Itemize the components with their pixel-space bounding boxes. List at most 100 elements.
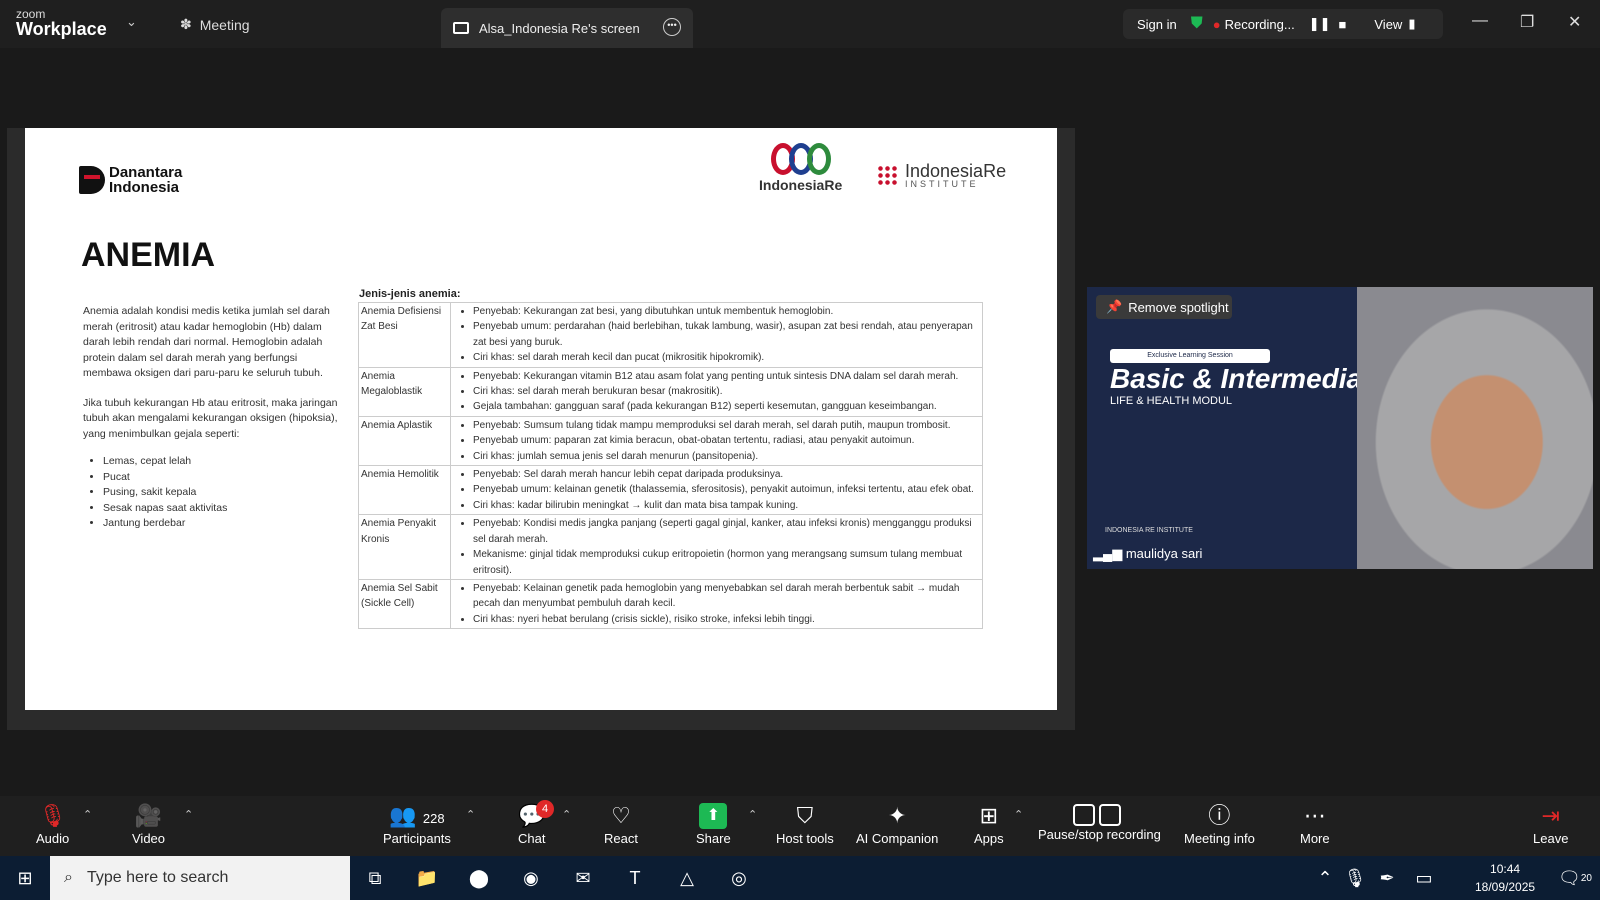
apps-button[interactable]: ⊞ Apps <box>974 803 1004 846</box>
anemia-detail-item: Penyebab umum: perdarahan (haid berlebih… <box>473 319 980 350</box>
more-icon: ⋯ <box>1303 803 1326 828</box>
anemia-type-row: Anemia Penyakit Kronis Penyebab: Kondisi … <box>358 514 983 580</box>
participant-video-feed <box>1357 287 1593 569</box>
shield-icon: ⛉ <box>796 803 814 828</box>
cloud-record-icon: ● <box>1212 16 1221 32</box>
chrome-icon[interactable]: ◎ <box>714 856 764 900</box>
meeting-info-label: Meeting info <box>1184 831 1255 846</box>
meeting-info-button[interactable]: ⓘ Meeting info <box>1184 803 1255 846</box>
anemia-detail-item: Ciri khas: kadar bilirubin meningkat → k… <box>473 498 980 513</box>
apps-caret[interactable]: ⌃ <box>1014 808 1023 821</box>
clock-time: 10:44 <box>1490 862 1521 876</box>
institute-name: IndonesiaRe <box>905 161 1007 181</box>
more-button[interactable]: ⋯ More <box>1300 803 1330 846</box>
teams-icon[interactable]: T <box>610 856 660 900</box>
share-button[interactable]: ⬆ Share <box>696 803 731 846</box>
pause-icon[interactable]: ❚❚ <box>1309 16 1331 32</box>
mic-tray-icon[interactable]: 🎙 <box>1340 856 1370 900</box>
sign-in-button[interactable]: Sign in <box>1137 17 1177 32</box>
search-placeholder: Type here to search <box>86 869 229 886</box>
anemia-detail-item: Penyebab umum: paparan zat kimia beracun… <box>473 433 980 448</box>
host-tools-button[interactable]: ⛉ Host tools <box>776 803 834 846</box>
notification-count: 20 <box>1580 872 1592 884</box>
signal-icon: ▂▄▆ <box>1093 546 1123 561</box>
leave-label: Leave <box>1533 831 1569 846</box>
danantara-logo: Danantara Indonesia <box>79 165 182 195</box>
video-button[interactable]: 🎥 Video <box>132 803 165 846</box>
audio-options-caret[interactable]: ⌃ <box>83 808 92 821</box>
chevron-down-icon[interactable]: ⌄ <box>126 14 137 30</box>
outlook-icon[interactable]: ✉ <box>558 856 608 900</box>
more-options-icon[interactable]: ••• <box>663 18 681 36</box>
remove-spotlight-label: Remove spotlight <box>1128 299 1229 315</box>
anemia-type-name: Anemia Sel Sabit (Sickle Cell) <box>358 578 451 630</box>
danantara-text-2: Indonesia <box>109 179 180 196</box>
topbar-controls: Sign in ⛊ ● Recording... ❚❚ ■ View ▮ <box>1123 9 1443 39</box>
notification-icon[interactable]: 🗨 20 <box>1550 856 1600 900</box>
ai-companion-button[interactable]: ✦ AI Companion <box>856 803 938 846</box>
react-button[interactable]: ♡ React <box>604 803 638 846</box>
host-tools-label: Host tools <box>776 831 834 846</box>
slide-title: ANEMIA <box>81 236 216 274</box>
tray-expand-icon[interactable]: ⌃ <box>1310 856 1340 900</box>
minimize-icon[interactable]: — <box>1472 12 1488 30</box>
chat-caret[interactable]: ⌃ <box>562 808 571 821</box>
meeting-tab[interactable]: ✽ Meeting <box>180 16 250 33</box>
anemia-type-name: Anemia Penyakit Kronis <box>358 514 451 580</box>
ai-companion-label: AI Companion <box>856 831 939 846</box>
system-clock[interactable]: 10:44 18/09/2025 <box>1475 860 1535 896</box>
participants-button[interactable]: 👥 228 Participants <box>383 803 451 846</box>
leave-button[interactable]: ⇥ Leave <box>1533 803 1568 846</box>
participants-caret[interactable]: ⌃ <box>466 808 475 821</box>
audio-button[interactable]: 🎙 Audio <box>36 803 69 846</box>
file-explorer-icon[interactable]: 📁 <box>402 856 452 900</box>
zoom-logo: zoom Workplace <box>16 8 107 39</box>
stop-icon[interactable]: ■ <box>1339 17 1347 32</box>
pin-icon: 📌 <box>1106 299 1123 314</box>
pen-tray-icon[interactable]: ✒ <box>1370 856 1404 900</box>
windows-start-icon[interactable]: ⊞ <box>0 856 50 900</box>
view-icon[interactable]: ▮ <box>1408 16 1415 32</box>
anemia-type-name: Anemia Megaloblastik <box>358 366 451 417</box>
share-screen-tab[interactable]: Alsa_Indonesia Re's screen ••• <box>441 8 693 48</box>
zoom-app-icon[interactable]: ⬤ <box>454 856 504 900</box>
symptom-item: Lemas, cepat lelah <box>103 454 348 470</box>
spotlight-video[interactable]: Exclusive Learning Session Basic & Inter… <box>1087 287 1593 569</box>
task-view-icon[interactable]: ⧉ <box>350 856 400 900</box>
anemia-type-details: Penyebab: Sel darah merah hancur lebih c… <box>450 465 983 516</box>
anemia-detail-item: Gejala tambahan: gangguan saraf (pada ke… <box>473 399 980 414</box>
anemia-detail-item: Penyebab: Sumsum tulang tidak mampu memp… <box>473 418 980 433</box>
chat-label: Chat <box>518 831 546 846</box>
participants-label: Participants <box>383 831 451 846</box>
taskbar-search-box[interactable]: ⌕ Type here to search <box>50 856 350 900</box>
danantara-text-1: Danantara <box>109 164 183 181</box>
zoom-title-bar: zoom Workplace ⌄ ✽ Meeting Alsa_Indonesi… <box>0 0 1600 48</box>
pause-stop-icons <box>1073 804 1121 826</box>
video-options-caret[interactable]: ⌃ <box>184 808 193 821</box>
remove-spotlight-button[interactable]: 📌 Remove spotlight <box>1096 295 1232 319</box>
participant-name-tag: ▂▄▆ maulidya sari <box>1093 546 1202 562</box>
slide-frame: Danantara Indonesia IndonesiaRe Indonesia… <box>7 128 1075 730</box>
anemia-detail-item: Ciri khas: nyeri hebat berulang (crisis … <box>473 612 980 627</box>
camera-icon: 🎥 <box>134 803 163 828</box>
participant-name: maulidya sari <box>1125 546 1203 561</box>
anemia-detail-item: Ciri khas: sel darah merah kecil dan puc… <box>473 350 980 365</box>
view-button[interactable]: View <box>1374 17 1402 32</box>
pause-stop-label: Pause/stop recording <box>1038 827 1161 842</box>
display-tray-icon[interactable]: ▭ <box>1404 856 1444 900</box>
symptom-item: Jantung berdebar <box>103 516 348 532</box>
pause-stop-recording-button[interactable]: Pause/stop recording <box>1038 827 1161 842</box>
anemia-type-details: Penyebab: Kekurangan zat besi, yang dibu… <box>450 302 983 368</box>
firefox-icon[interactable]: ◉ <box>506 856 556 900</box>
google-drive-icon[interactable]: △ <box>662 856 712 900</box>
indonesiare-institute-logo: IndonesiaRe INSTITUTE <box>877 161 1007 189</box>
close-icon[interactable]: ✕ <box>1568 12 1581 32</box>
restore-icon[interactable]: ❐ <box>1520 12 1534 32</box>
logo-bottom-text: Workplace <box>16 19 107 39</box>
institute-label: INDONESIA RE INSTITUTE <box>1105 527 1193 534</box>
audio-label: Audio <box>36 831 70 846</box>
share-caret[interactable]: ⌃ <box>748 808 757 821</box>
share-tab-label: Alsa_Indonesia Re's screen <box>479 20 640 36</box>
anemia-detail-item: Penyebab umum: kelainan genetik (thalass… <box>473 482 980 497</box>
anemia-type-details: Penyebab: Kelainan genetik pada hemoglob… <box>450 578 983 630</box>
